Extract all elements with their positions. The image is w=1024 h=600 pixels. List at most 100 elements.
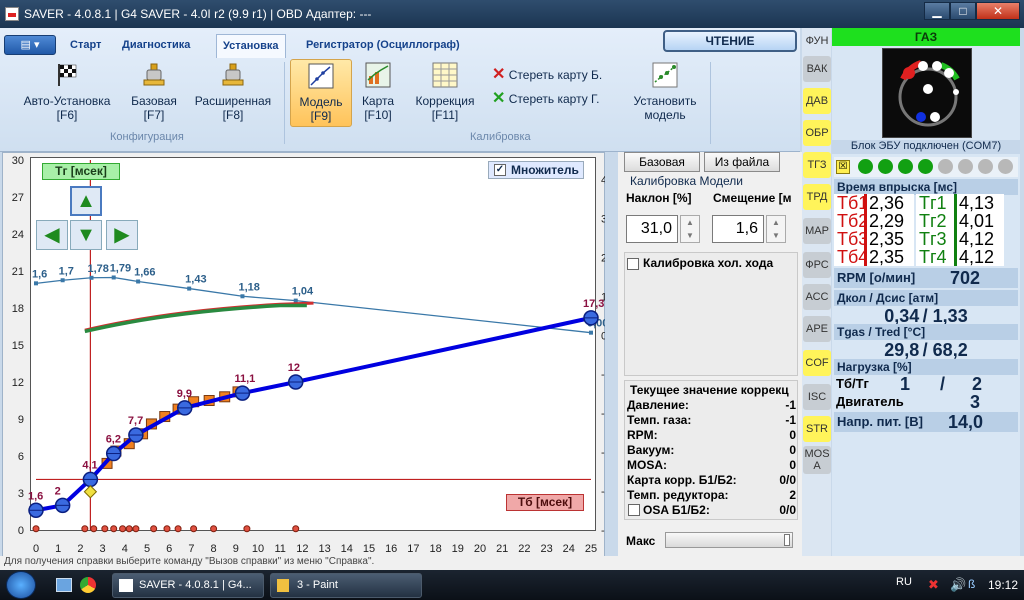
x-tick-label: 10 bbox=[252, 543, 264, 555]
side-tab-7[interactable]: ФРС bbox=[803, 252, 831, 278]
bank-g-value: 4,12 bbox=[956, 230, 1004, 248]
side-tab-0[interactable]: ФУН bbox=[803, 28, 831, 54]
side-tab-8[interactable]: АСС bbox=[803, 284, 831, 310]
live-curve-green bbox=[84, 303, 307, 334]
minimize-button[interactable]: ▁ bbox=[924, 2, 950, 20]
sample-dot bbox=[110, 525, 118, 533]
ratio-point bbox=[589, 330, 593, 335]
taskbar-paint[interactable]: 3 - Paint bbox=[270, 573, 422, 598]
show-desktop-icon[interactable] bbox=[56, 578, 72, 592]
chrome-icon[interactable] bbox=[80, 577, 96, 593]
load-title: Нагрузка [%] bbox=[837, 360, 912, 374]
bluetooth-icon[interactable]: ß bbox=[968, 577, 975, 591]
multiplier-label: Множитель bbox=[511, 163, 579, 177]
sample-dot bbox=[101, 525, 109, 533]
y-tick-label: 30 bbox=[12, 155, 24, 167]
sample-dot bbox=[132, 525, 140, 533]
side-tab-12[interactable]: STR bbox=[803, 416, 831, 442]
model-series-line bbox=[35, 315, 592, 513]
side-tab-2[interactable]: ДАВ bbox=[803, 88, 831, 114]
language-indicator[interactable]: RU bbox=[896, 576, 912, 588]
ratio-point bbox=[136, 279, 141, 284]
clock[interactable]: 19:12 bbox=[988, 578, 1018, 592]
move-left-button[interactable]: ◀ bbox=[36, 220, 68, 250]
x-tick-label: 9 bbox=[233, 543, 239, 555]
y2-tick-label: -1 bbox=[601, 369, 605, 381]
model-point-label: 11,1 bbox=[234, 373, 255, 385]
x-tick-label: 8 bbox=[211, 543, 217, 555]
ratio-point-label: 1,7 bbox=[59, 265, 74, 277]
bank-b-value: 2,35 bbox=[866, 230, 914, 248]
ratio-point-label: 1,18 bbox=[238, 281, 259, 293]
ratio-point-label: 1,66 bbox=[134, 266, 155, 278]
calib-title: Калибровка Модели bbox=[630, 174, 744, 188]
side-tab-11[interactable]: ISC bbox=[803, 384, 831, 410]
x-tick-label: 11 bbox=[274, 543, 285, 555]
temperature-title: Tgas / Tred [°C] bbox=[837, 325, 926, 339]
side-tab-4[interactable]: ТГЗ bbox=[803, 152, 831, 178]
y-tick-label: 15 bbox=[12, 340, 24, 352]
correction-key: Темп. редуктора: bbox=[627, 488, 729, 502]
install-model-button[interactable]: Установить модель bbox=[626, 62, 704, 122]
base-calib-button[interactable]: Базовая bbox=[624, 152, 700, 172]
correction-row: OSA Б1/Б2: 0/0 bbox=[627, 503, 796, 518]
read-button[interactable]: ЧТЕНИЕ bbox=[663, 30, 797, 52]
y-tick-label: 18 bbox=[12, 303, 24, 315]
offset-spinner[interactable]: ▲ ▼ bbox=[766, 215, 786, 243]
rpm-label: RPM [о/мин] bbox=[837, 270, 916, 285]
move-up-button[interactable]: ▲ bbox=[70, 186, 102, 216]
multiplier-checkbox[interactable]: ✓ Множитель bbox=[488, 161, 584, 179]
gas-temp-value: 29,8 bbox=[884, 340, 920, 360]
bank-b-label: Тб2 bbox=[834, 212, 868, 230]
model-point-label: 1,6 bbox=[28, 490, 43, 502]
volume-icon[interactable]: 🔊 bbox=[950, 577, 966, 593]
start-button[interactable] bbox=[6, 571, 36, 599]
side-tab-13[interactable]: MOS A bbox=[803, 446, 831, 474]
sample-dot bbox=[190, 525, 198, 533]
side-tab-1[interactable]: ВАК bbox=[803, 56, 831, 82]
ratio-point bbox=[111, 275, 116, 280]
model-point-label: 4,1 bbox=[82, 459, 97, 471]
arrow-down-icon: ▼ bbox=[76, 224, 96, 246]
network-icon[interactable]: ✖ bbox=[928, 577, 939, 593]
gas-gauge bbox=[882, 48, 972, 138]
slope-input[interactable]: 31,0 bbox=[626, 215, 678, 243]
move-down-button[interactable]: ▼ bbox=[70, 220, 102, 250]
system-pressure-value: 1,33 bbox=[932, 306, 968, 326]
slope-spinner[interactable]: ▲ ▼ bbox=[680, 215, 700, 243]
injector-led-5 bbox=[938, 159, 953, 174]
model-point-label: 6,2 bbox=[106, 434, 121, 446]
idle-calib-checkbox[interactable] bbox=[627, 258, 639, 270]
install-model-label-1: Установить bbox=[633, 94, 697, 108]
bank-bar bbox=[954, 248, 957, 266]
taskbar-saver[interactable]: SAVER - 4.0.8.1 | G4... bbox=[112, 573, 264, 598]
move-right-button[interactable]: ▶ bbox=[106, 220, 138, 250]
ratio-point-label: 1,43 bbox=[185, 274, 206, 286]
close-button[interactable]: ✕ bbox=[976, 2, 1020, 20]
side-tab-9[interactable]: АРЕ bbox=[803, 316, 831, 342]
warning-led: ☒ bbox=[836, 160, 850, 174]
y-tick-label: 27 bbox=[12, 192, 24, 204]
side-tab-3[interactable]: ОБР bbox=[803, 120, 831, 146]
correction-value: 0 bbox=[789, 443, 796, 457]
y-tick-label: 24 bbox=[12, 229, 24, 241]
y-tick-label: 3 bbox=[18, 488, 24, 500]
side-tab-5[interactable]: ТРД bbox=[803, 184, 831, 210]
from-file-button[interactable]: Из файла bbox=[704, 152, 780, 172]
slider-handle[interactable] bbox=[784, 534, 790, 546]
max-slider[interactable] bbox=[665, 532, 793, 548]
side-tab-6[interactable]: МАР bbox=[803, 218, 831, 244]
side-tab-10[interactable]: COF bbox=[803, 350, 831, 376]
maximize-button[interactable]: □ bbox=[950, 2, 976, 20]
model-point-label: 17,3 bbox=[583, 298, 604, 310]
osa-checkbox[interactable] bbox=[628, 504, 640, 516]
ratio-point bbox=[187, 286, 192, 291]
ratio-point-label: 1,6 bbox=[32, 268, 47, 280]
x-tick-label: 18 bbox=[429, 543, 441, 555]
y2-tick-label: 2 bbox=[601, 252, 605, 264]
paint-icon bbox=[277, 579, 289, 592]
sample-dot bbox=[125, 525, 133, 533]
offset-input[interactable]: 1,6 bbox=[712, 215, 764, 243]
ratio-point-label: 1,04 bbox=[292, 286, 314, 298]
correction-key: OSA Б1/Б2: bbox=[643, 503, 710, 517]
